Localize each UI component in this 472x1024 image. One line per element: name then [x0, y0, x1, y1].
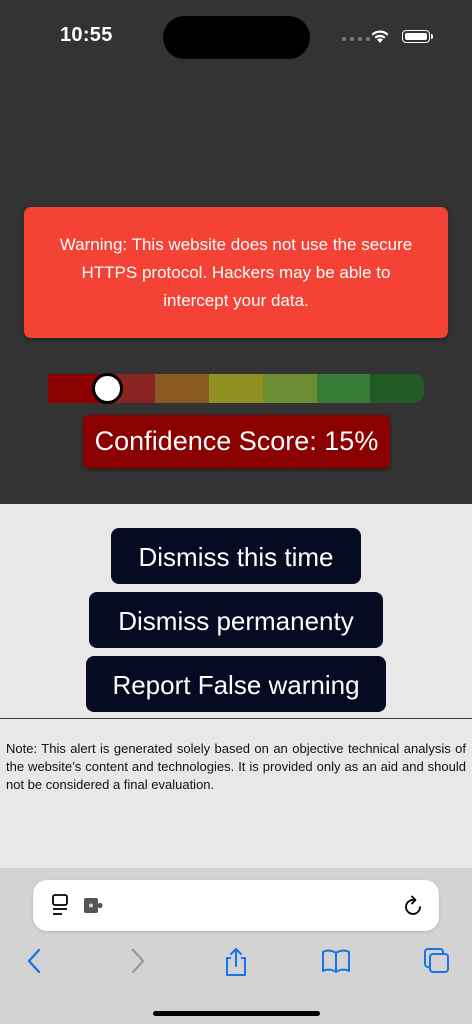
alert-overlay: 10:55 Warning: This website does not use… — [0, 0, 472, 504]
dismiss-permanently-button[interactable]: Dismiss permanenty — [89, 592, 383, 648]
confidence-scale-segment — [370, 374, 424, 403]
battery-icon — [402, 30, 433, 43]
confidence-scale-segment — [316, 374, 371, 403]
address-bar[interactable] — [33, 880, 439, 931]
status-time: 10:55 — [60, 24, 113, 46]
dynamic-island — [163, 16, 310, 59]
reader-icon[interactable] — [51, 894, 71, 916]
share-icon[interactable] — [222, 946, 250, 978]
status-bar: 10:55 — [0, 0, 472, 76]
divider — [0, 718, 472, 719]
disclaimer-note: Note: This alert is generated solely bas… — [6, 741, 466, 792]
report-false-warning-button[interactable]: Report False warning — [86, 656, 386, 712]
back-icon[interactable] — [24, 946, 46, 976]
confidence-slider-handle — [92, 373, 123, 404]
tabs-icon[interactable] — [422, 946, 452, 976]
extension-icon[interactable] — [83, 896, 105, 916]
wifi-icon — [371, 30, 389, 43]
confidence-scale-segment — [155, 374, 210, 403]
confidence-score: Confidence Score: 15% — [83, 415, 390, 468]
confidence-scale-segment — [262, 374, 317, 403]
forward-icon[interactable] — [126, 946, 148, 976]
bookmarks-icon[interactable] — [320, 946, 352, 976]
browser-toolbar — [0, 868, 472, 1024]
dismiss-this-time-button[interactable]: Dismiss this time — [111, 528, 361, 584]
warning-message: Warning: This website does not use the s… — [24, 207, 448, 338]
reload-icon[interactable] — [403, 894, 425, 918]
confidence-scale-segment — [209, 374, 263, 403]
home-indicator — [153, 1011, 320, 1016]
